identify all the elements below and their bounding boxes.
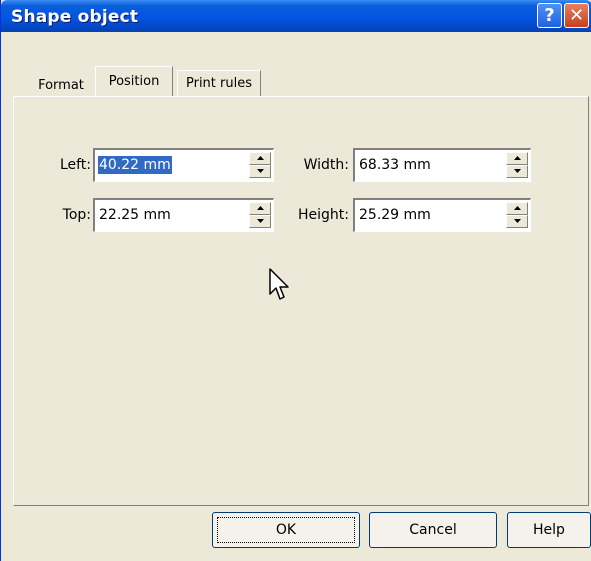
spin-up-icon[interactable]: [506, 152, 528, 165]
spin-up-icon[interactable]: [506, 202, 528, 215]
title-bar[interactable]: Shape object ? ✕: [1, 0, 591, 32]
shape-object-dialog: Shape object ? ✕ Format Position Print r…: [0, 0, 591, 561]
left-spin-arrows[interactable]: [249, 152, 271, 179]
width-input[interactable]: 68.33 mm: [358, 156, 432, 174]
dialog-title: Shape object: [11, 7, 139, 27]
top-spinbox[interactable]: 22.25 mm: [93, 198, 274, 232]
top-label: Top:: [62, 207, 91, 223]
spin-down-icon[interactable]: [249, 215, 271, 228]
ok-button[interactable]: OK: [212, 512, 360, 548]
help-icon[interactable]: ?: [537, 3, 562, 28]
left-input[interactable]: 40.22 mm: [98, 156, 172, 174]
height-label: Height:: [298, 207, 349, 223]
height-spinbox[interactable]: 25.29 mm: [353, 198, 531, 232]
close-icon[interactable]: ✕: [564, 3, 589, 28]
tab-format[interactable]: Format: [26, 74, 96, 96]
spin-up-icon[interactable]: [249, 152, 271, 165]
width-spin-arrows[interactable]: [506, 152, 528, 179]
height-input[interactable]: 25.29 mm: [358, 206, 432, 224]
width-label: Width:: [303, 157, 349, 173]
left-label: Left:: [59, 157, 91, 173]
left-spinbox[interactable]: 40.22 mm: [93, 148, 274, 182]
height-spin-arrows[interactable]: [506, 202, 528, 229]
help-button[interactable]: Help: [507, 512, 591, 548]
tab-print-rules[interactable]: Print rules: [177, 70, 261, 96]
width-spinbox[interactable]: 68.33 mm: [353, 148, 531, 182]
tab-position[interactable]: Position: [95, 66, 173, 96]
spin-up-icon[interactable]: [249, 202, 271, 215]
focus-rectangle: [217, 517, 355, 543]
spin-down-icon[interactable]: [506, 165, 528, 178]
top-spin-arrows[interactable]: [249, 202, 271, 229]
mouse-pointer-icon: [269, 268, 289, 300]
top-input[interactable]: 22.25 mm: [98, 206, 172, 224]
cancel-button[interactable]: Cancel: [369, 512, 497, 548]
spin-down-icon[interactable]: [249, 165, 271, 178]
spin-down-icon[interactable]: [506, 215, 528, 228]
